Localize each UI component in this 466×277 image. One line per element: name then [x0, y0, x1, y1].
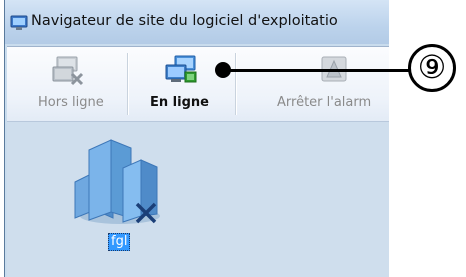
- toolbar-separator: [127, 53, 129, 115]
- site-view-panel: fgl: [7, 122, 389, 277]
- title-bar[interactable]: Navigateur de site du logiciel d'exploit…: [5, 0, 389, 44]
- toolbar-separator: [235, 53, 237, 115]
- online-button[interactable]: En ligne: [133, 47, 231, 121]
- window-app-icon: [10, 15, 28, 30]
- site-buildings-icon[interactable]: [65, 132, 165, 228]
- callout-number: ⑨: [408, 44, 456, 92]
- online-icon: [165, 55, 197, 83]
- offline-label: Hors ligne: [38, 95, 104, 110]
- app-window: Navigateur de site du logiciel d'exploit…: [4, 0, 389, 277]
- offline-icon: [52, 56, 84, 86]
- stop-alarm-button[interactable]: Arrêter l'alarm: [241, 47, 389, 121]
- offline-button[interactable]: Hors ligne: [13, 47, 121, 121]
- site-label[interactable]: fgl: [108, 233, 131, 251]
- callout-dot: [215, 62, 231, 78]
- online-label: En ligne: [150, 95, 209, 110]
- toolbar: Hors ligne En ligne Arrêter l'alarm: [7, 46, 389, 122]
- window-title: Navigateur de site du logiciel d'exploit…: [31, 13, 338, 29]
- callout-line: [223, 69, 410, 72]
- stop-alarm-label: Arrêter l'alarm: [277, 95, 372, 110]
